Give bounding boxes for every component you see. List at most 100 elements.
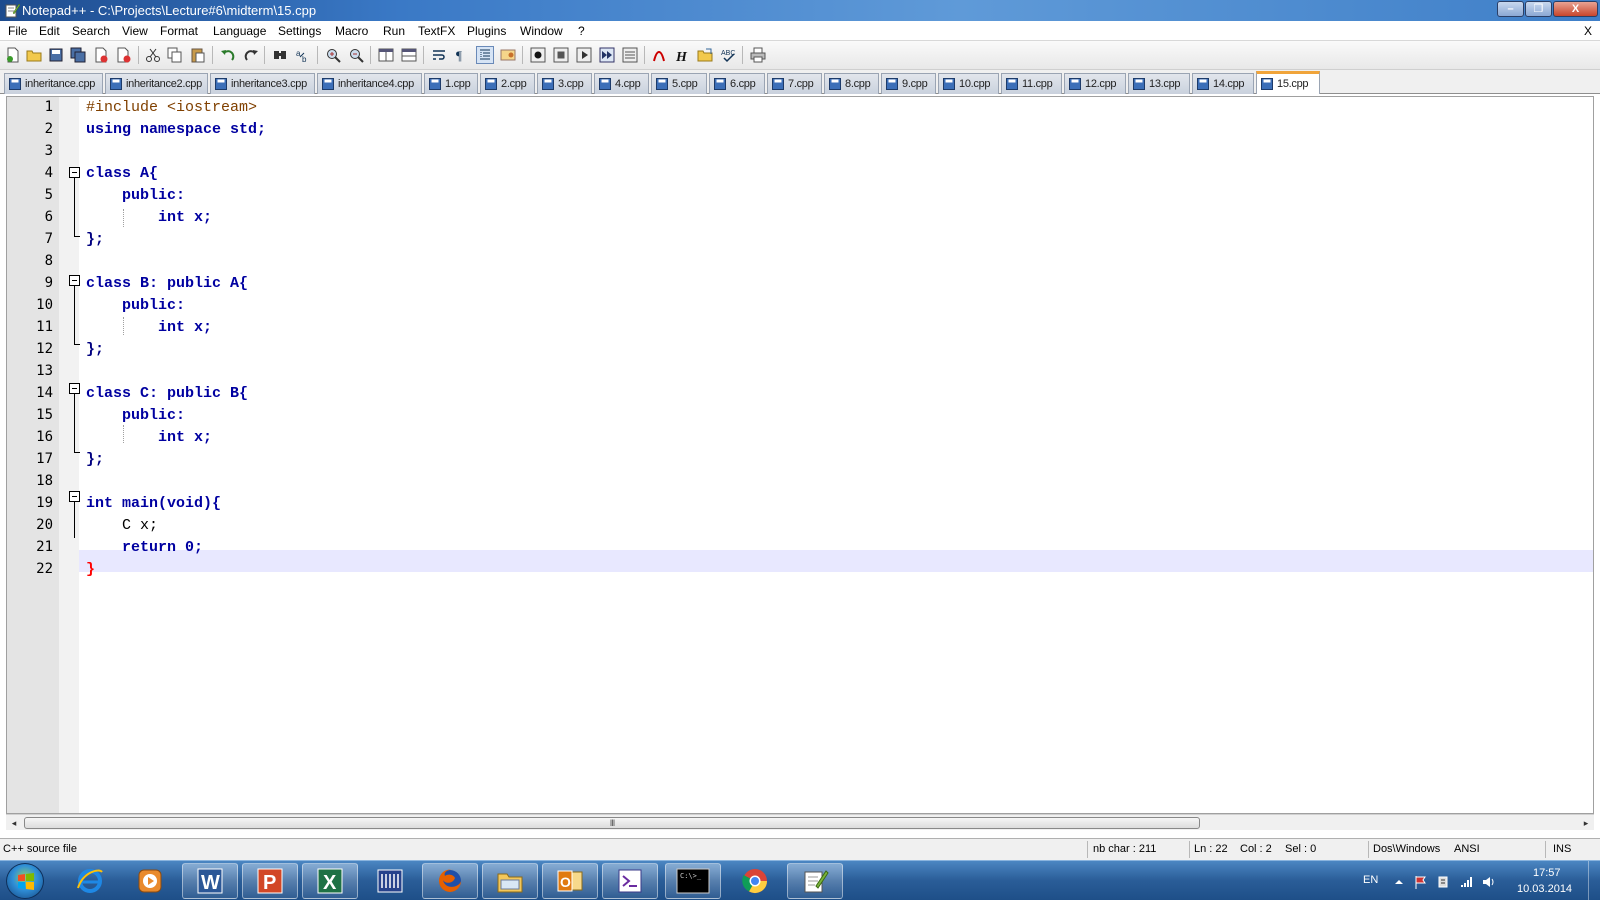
maximize-button[interactable]: ❐ [1525,1,1552,17]
close-all-button[interactable] [115,46,133,64]
volume-icon[interactable] [1481,875,1495,889]
menu-macro[interactable]: Macro [335,24,368,38]
undo-button[interactable] [219,46,237,64]
fold-toggle-class-b[interactable] [69,275,80,286]
menu-file[interactable]: File [8,24,27,38]
scroll-right-icon[interactable]: ▸ [1580,817,1592,829]
paste-button[interactable] [189,46,207,64]
code-editor[interactable]: 1 2 3 4 5 6 7 8 9 10 11 12 13 14 15 16 1… [6,96,1594,814]
clock-time[interactable]: 17:57 [1533,867,1561,879]
scroll-left-icon[interactable]: ◂ [8,817,20,829]
menu-format[interactable]: Format [160,24,198,38]
tab-9-cpp[interactable]: 9.cpp [881,73,936,94]
tab-inheritance2-cpp[interactable]: inheritance2.cpp [105,73,208,94]
minimize-button[interactable]: – [1497,1,1524,17]
close-file-button[interactable] [92,46,110,64]
tab-15-cpp[interactable]: 15.cpp [1256,71,1320,94]
show-desktop-button[interactable] [1588,861,1600,900]
taskbar-chrome[interactable] [727,863,783,899]
menu-settings[interactable]: Settings [278,24,321,38]
menu-help[interactable]: ? [578,24,585,38]
tab-inheritance4-cpp[interactable]: inheritance4.cpp [317,73,422,94]
tab-8-cpp[interactable]: 8.cpp [824,73,879,94]
tab-inheritance3-cpp[interactable]: inheritance3.cpp [210,73,315,94]
tab-6-cpp[interactable]: 6.cpp [709,73,765,94]
taskbar-visual-studio[interactable] [602,863,658,899]
menu-window[interactable]: Window [520,24,563,38]
menu-language[interactable]: Language [213,24,266,38]
tab-12-cpp[interactable]: 12.cpp [1064,73,1126,94]
user-lang-button[interactable] [499,46,517,64]
sync-horizontal-button[interactable] [400,46,418,64]
menu-edit[interactable]: Edit [39,24,60,38]
tab-11-cpp[interactable]: 11.cpp [1001,73,1062,94]
close-window-button[interactable]: X [1553,1,1598,17]
close-document-button[interactable]: X [1584,24,1592,38]
replace-button[interactable]: ab [294,46,312,64]
cut-button[interactable] [144,46,162,64]
taskbar-firefox[interactable] [422,863,478,899]
play-macro-button[interactable] [575,46,593,64]
start-button[interactable] [6,863,44,899]
save-all-button[interactable] [69,46,87,64]
clock-date[interactable]: 10.03.2014 [1517,883,1572,895]
tab-2-cpp[interactable]: 2.cpp [480,73,535,94]
fold-toggle-main[interactable] [69,491,80,502]
show-hidden-icons-icon[interactable] [1392,875,1406,889]
taskbar-notepad-plus[interactable] [787,863,843,899]
pdf-button[interactable] [650,46,668,64]
tab-4-cpp[interactable]: 4.cpp [594,73,649,94]
taskbar-word[interactable]: W [182,863,238,899]
taskbar-command-prompt[interactable]: C:\>_ [665,863,721,899]
scrollbar-thumb[interactable]: III [24,817,1200,829]
menu-view[interactable]: View [122,24,148,38]
taskbar-app-grid[interactable] [362,863,418,899]
record-macro-button[interactable] [529,46,547,64]
new-file-button[interactable] [4,46,22,64]
indent-guide-button[interactable] [476,46,494,64]
print-button[interactable] [749,46,767,64]
tab-10-cpp[interactable]: 10.cpp [938,73,999,94]
code-area[interactable]: #include <iostream> using namespace std;… [86,97,1593,813]
language-indicator[interactable]: EN [1363,874,1378,886]
folder-button[interactable] [696,46,714,64]
zoom-in-button[interactable] [324,46,342,64]
find-button[interactable] [271,46,289,64]
tab-1-cpp[interactable]: 1.cpp [424,73,478,94]
copy-button[interactable] [166,46,184,64]
show-all-chars-button[interactable]: ¶ [452,46,470,64]
stop-macro-button[interactable] [552,46,570,64]
taskbar-internet-explorer[interactable] [62,863,118,899]
taskbar-file-explorer[interactable] [482,863,538,899]
network-signal-icon[interactable] [1459,875,1473,889]
tab-13-cpp[interactable]: 13.cpp [1128,73,1190,94]
menu-run[interactable]: Run [383,24,405,38]
fold-toggle-class-a[interactable] [69,167,80,178]
tab-inheritance-cpp[interactable]: inheritance.cpp [4,73,103,94]
fold-toggle-class-c[interactable] [69,383,80,394]
action-center-flag-icon[interactable] [1414,875,1428,889]
tab-5-cpp[interactable]: 5.cpp [651,73,707,94]
run-macro-multiple-button[interactable] [598,46,616,64]
safely-remove-hardware-icon[interactable] [1436,875,1450,889]
save-button[interactable] [47,46,65,64]
tab-7-cpp[interactable]: 7.cpp [767,73,822,94]
taskbar-media-player[interactable] [122,863,178,899]
taskbar-powerpoint[interactable]: P [242,863,298,899]
spellcheck-button[interactable]: ABC [719,46,737,64]
redo-button[interactable] [242,46,260,64]
h-button[interactable]: H [673,46,691,64]
save-macro-button[interactable] [621,46,639,64]
tab-3-cpp[interactable]: 3.cpp [537,73,592,94]
taskbar-outlook[interactable]: O [542,863,598,899]
word-wrap-button[interactable] [430,46,448,64]
taskbar-excel[interactable]: X [302,863,358,899]
open-file-button[interactable] [25,46,43,64]
menu-textfx[interactable]: TextFX [418,24,455,38]
zoom-out-button[interactable] [347,46,365,64]
horizontal-scrollbar[interactable]: ◂ III ▸ [6,814,1594,830]
sync-vertical-button[interactable] [377,46,395,64]
menu-plugins[interactable]: Plugins [467,24,506,38]
tab-14-cpp[interactable]: 14.cpp [1192,73,1254,94]
menu-search[interactable]: Search [72,24,110,38]
